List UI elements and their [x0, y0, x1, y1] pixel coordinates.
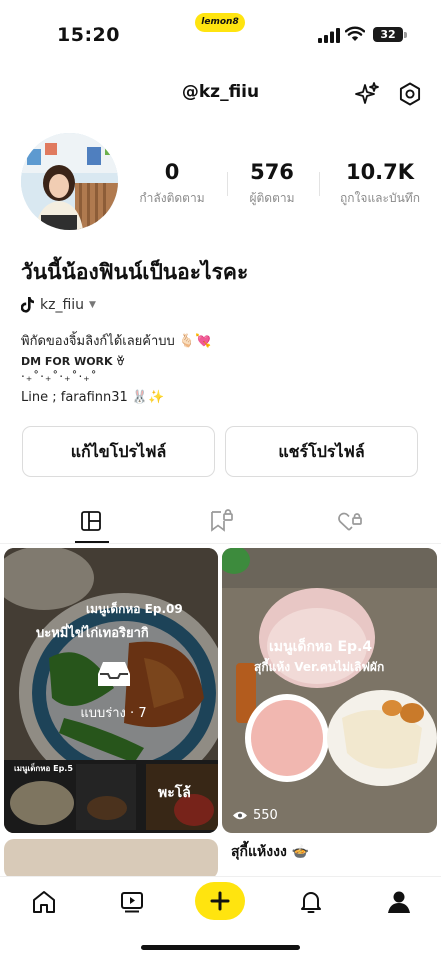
create-icon — [210, 891, 230, 911]
edit-profile-button[interactable]: แก้ไขโปรไฟล์ — [22, 426, 215, 477]
post-overlay-subtitle: สุกี้แห้ง Ver.คนไม่เลิฟผัก — [254, 660, 385, 674]
nav-video[interactable] — [117, 887, 147, 917]
stat-value: 576 — [250, 160, 294, 184]
wifi-icon — [345, 26, 365, 41]
inbox-icon — [97, 662, 130, 686]
stat-value: 10.7K — [345, 160, 415, 184]
bio-line: ‧₊˚‧₊˚‧₊˚‧₊˚ — [21, 370, 98, 384]
chevron-down-icon: ▼ — [89, 300, 96, 310]
home-icon — [33, 891, 55, 913]
divider — [319, 172, 320, 196]
video-icon — [121, 892, 143, 913]
post-title[interactable]: สุกี้แห้งงง 🍲 — [231, 841, 309, 863]
sparkles-icon[interactable] — [352, 79, 382, 109]
post-overlay-title: เมนูเด็กหอ Ep.4 — [269, 639, 373, 655]
stat-label: ถูกใจและบันทึก — [340, 191, 420, 205]
post-card[interactable]: เมนูเด็กหอ Ep.4 สุกี้แห้ง Ver.คนไม่เลิฟผ… — [222, 548, 437, 833]
drafts-text: แบบร่าง — [80, 706, 126, 721]
thumb-caption: พะโล้ — [158, 785, 191, 801]
drafts-overlay[interactable]: แบบร่าง · 7 — [76, 660, 151, 723]
divider — [0, 543, 441, 544]
saved-locked-icon — [211, 509, 233, 532]
status-bar: 15:20 lemon8 32 — [0, 0, 441, 62]
stat-value: 0 — [164, 160, 180, 184]
drafts-label: แบบร่าง · 7 — [76, 702, 151, 723]
share-profile-button[interactable]: แชร์โปรไฟล์ — [225, 426, 418, 477]
post-overlay-title: เมนูเด็กหอ Ep.09 — [86, 602, 183, 616]
tiktok-handle: kz_fiiu — [40, 297, 85, 313]
stat-label: กำลังติดตาม — [139, 191, 205, 205]
liked-locked-icon — [338, 512, 362, 531]
grid-icon — [81, 511, 101, 531]
display-name: วันนี้น้องฟินน์เป็นอะไรคะ — [21, 260, 249, 284]
stat-label: ผู้ติดตาม — [249, 191, 295, 205]
post-overlay-subtitle: บะหมี่ไข่ไก่เทอริยากิ — [36, 626, 149, 641]
bio-line: Line ; farafinn31 🐰✨ — [21, 390, 165, 405]
divider — [227, 172, 228, 196]
battery-icon: 32 — [373, 27, 403, 42]
signal-icon — [318, 28, 340, 43]
stat-following[interactable]: 0 กำลังติดตาม — [131, 160, 213, 208]
app-badge: lemon8 — [195, 13, 245, 32]
profile-icon — [388, 891, 410, 913]
post-card[interactable] — [4, 839, 218, 879]
tab-saved[interactable] — [203, 503, 239, 539]
tab-posts[interactable] — [73, 503, 109, 539]
tiktok-icon — [21, 297, 34, 313]
nav-notifications[interactable] — [296, 887, 326, 917]
post-image — [222, 548, 437, 833]
tab-liked[interactable] — [332, 503, 368, 539]
home-indicator — [141, 945, 300, 950]
settings-icon[interactable] — [395, 79, 425, 109]
create-button[interactable] — [195, 882, 245, 920]
nav-profile[interactable] — [384, 887, 414, 917]
battery-cap — [404, 32, 407, 38]
drafts-count: 7 — [138, 706, 147, 721]
status-time: 15:20 — [57, 24, 120, 46]
avatar[interactable] — [21, 133, 118, 230]
notifications-icon — [301, 892, 321, 913]
view-count-value: 550 — [253, 808, 278, 823]
bio-line: DM FOR WORK ꈊ — [21, 355, 125, 368]
battery-level: 32 — [380, 28, 396, 41]
separator: · — [125, 706, 139, 721]
view-count: 550 — [232, 808, 278, 823]
tiktok-link[interactable]: kz_fiiu ▼ — [21, 297, 96, 313]
thumb-caption: เมนูเด็กหอ Ep.5 — [14, 764, 73, 773]
nav-home[interactable] — [29, 887, 59, 917]
eye-icon — [233, 811, 247, 820]
bio-line: พิกัดของจิ้มลิงก์ได้เลยค้าบบ 🫰🏻💘 — [21, 334, 212, 349]
stat-likes-saves[interactable]: 10.7K ถูกใจและบันทึก — [330, 160, 430, 208]
stat-followers[interactable]: 576 ผู้ติดตาม — [233, 160, 311, 208]
